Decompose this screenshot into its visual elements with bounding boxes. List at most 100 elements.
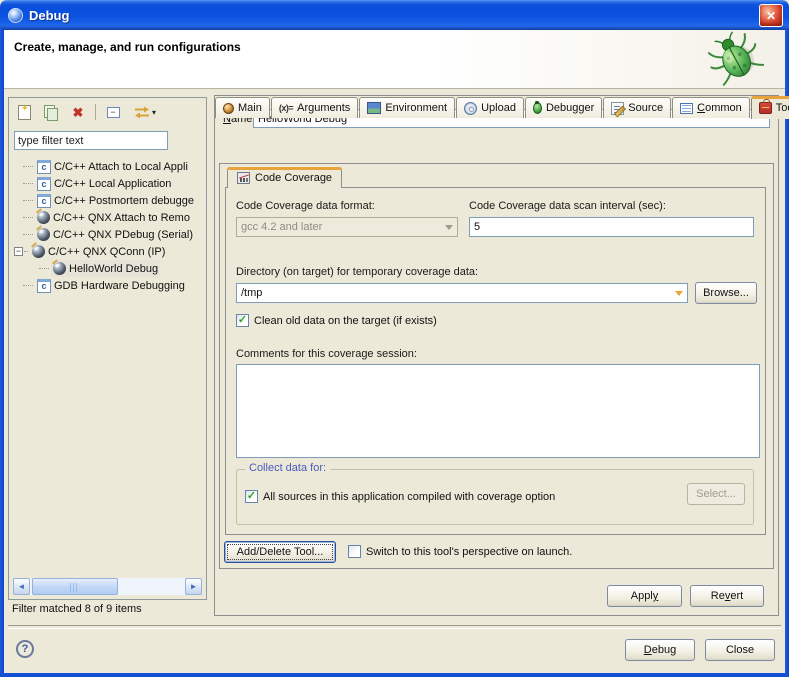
duplicate-configuration-button[interactable] bbox=[39, 101, 63, 123]
scrollbar-thumb[interactable] bbox=[32, 578, 118, 595]
add-delete-tool-button[interactable]: Add/Delete Tool... bbox=[224, 541, 336, 563]
tree-item-selected[interactable]: HelloWorld Debug bbox=[11, 260, 160, 277]
comments-textarea[interactable] bbox=[236, 364, 760, 458]
window-border-left bbox=[0, 28, 4, 677]
scan-interval-input[interactable] bbox=[469, 217, 754, 237]
filter-menu-button[interactable]: ▾ bbox=[128, 101, 162, 123]
combo-arrow-icon[interactable] bbox=[670, 284, 687, 302]
tree-item-label: C/C++ QNX Attach to Remo bbox=[53, 212, 190, 224]
close-button[interactable]: Close bbox=[705, 639, 775, 661]
apply-button[interactable]: Apply bbox=[607, 585, 682, 607]
tree-item[interactable]: C/C++ QNX PDebug (Serial) bbox=[11, 226, 195, 243]
close-window-button[interactable]: ✕ bbox=[759, 4, 783, 27]
banner-title: Create, manage, and run configurations bbox=[14, 40, 241, 54]
configuration-editor-panel: Name: Main (x)= Arguments Environment Up… bbox=[214, 95, 779, 616]
combo-arrow-icon bbox=[440, 218, 457, 236]
tree-item-label: GDB Hardware Debugging bbox=[54, 280, 185, 292]
c-config-icon: c bbox=[37, 279, 51, 293]
tree-item[interactable]: − C/C++ QNX QConn (IP) bbox=[11, 243, 167, 260]
qnx-target-icon bbox=[37, 228, 50, 241]
collapse-all-icon: − bbox=[107, 107, 120, 118]
tree-item[interactable]: c C/C++ Local Application bbox=[11, 175, 173, 192]
filter-icon bbox=[134, 106, 150, 119]
checkbox-checked[interactable]: ✓ bbox=[236, 314, 249, 327]
revert-button[interactable]: Revert bbox=[690, 585, 764, 607]
scroll-left-button[interactable]: ◄ bbox=[13, 578, 30, 595]
delete-icon: ✖ bbox=[73, 106, 84, 119]
left-arrow-icon: ◄ bbox=[18, 582, 26, 591]
tab-main[interactable]: Main bbox=[215, 97, 270, 118]
debugger-tab-icon bbox=[533, 102, 542, 114]
switch-perspective-checkbox-row[interactable]: Switch to this tool's perspective on lau… bbox=[348, 545, 572, 558]
all-sources-label: All sources in this application compiled… bbox=[263, 491, 555, 503]
tab-arguments[interactable]: (x)= Arguments bbox=[271, 97, 358, 118]
source-tab-icon bbox=[611, 102, 624, 115]
c-config-icon: c bbox=[37, 194, 51, 208]
upload-tab-icon bbox=[464, 102, 477, 115]
footer-separator bbox=[8, 625, 781, 629]
tab-common[interactable]: Common bbox=[672, 97, 750, 118]
code-coverage-folder: Code Coverage Code Coverage data format:… bbox=[225, 167, 766, 535]
checkbox-unchecked[interactable] bbox=[348, 545, 361, 558]
right-arrow-icon: ► bbox=[190, 582, 198, 591]
c-config-icon: c bbox=[37, 177, 51, 191]
tree-item[interactable]: c C/C++ Attach to Local Appli bbox=[11, 158, 190, 175]
tab-debugger[interactable]: Debugger bbox=[525, 97, 602, 118]
environment-tab-icon bbox=[367, 102, 381, 114]
c-config-icon: c bbox=[37, 160, 51, 174]
configuration-tabs: Main (x)= Arguments Environment Upload D… bbox=[215, 96, 778, 119]
tab-source[interactable]: Source bbox=[603, 97, 671, 118]
code-coverage-panel: Code Coverage data format: Code Coverage… bbox=[225, 187, 766, 535]
window-title: Debug bbox=[29, 8, 69, 23]
debug-bug-image bbox=[705, 30, 771, 88]
dialog-banner: Create, manage, and run configurations bbox=[4, 30, 785, 89]
window-border-bottom bbox=[0, 673, 789, 677]
window-icon bbox=[8, 8, 23, 23]
tools-tab-content: Code Coverage Code Coverage data format:… bbox=[219, 163, 774, 569]
clean-old-data-checkbox-row[interactable]: ✓ Clean old data on the target (if exist… bbox=[236, 314, 437, 327]
scroll-right-button[interactable]: ► bbox=[185, 578, 202, 595]
help-icon: ? bbox=[22, 643, 29, 655]
interval-label: Code Coverage data scan interval (sec): bbox=[469, 200, 666, 212]
tab-upload[interactable]: Upload bbox=[456, 97, 524, 118]
duplicate-icon bbox=[44, 105, 59, 120]
tab-code-coverage[interactable]: Code Coverage bbox=[227, 167, 342, 188]
tree-item[interactable]: c C/C++ Postmortem debugge bbox=[11, 192, 196, 209]
qnx-target-icon bbox=[32, 245, 45, 258]
collect-data-group-title: Collect data for: bbox=[245, 462, 330, 474]
directory-combo[interactable]: /tmp bbox=[236, 283, 688, 303]
scrollbar-track[interactable] bbox=[30, 578, 185, 595]
horizontal-scrollbar[interactable]: ◄ ► bbox=[13, 578, 202, 595]
code-coverage-tab-icon bbox=[237, 172, 250, 184]
tree-item[interactable]: C/C++ QNX Attach to Remo bbox=[11, 209, 192, 226]
configurations-sidebar: ✦ ✖ − ▾ c bbox=[8, 97, 207, 600]
qnx-target-icon bbox=[53, 262, 66, 275]
clean-old-data-label: Clean old data on the target (if exists) bbox=[254, 315, 437, 327]
close-icon: ✕ bbox=[766, 9, 776, 23]
delete-configuration-button[interactable]: ✖ bbox=[66, 101, 90, 123]
new-configuration-icon: ✦ bbox=[18, 105, 31, 120]
debug-button[interactable]: Debug bbox=[625, 639, 695, 661]
tree-item-label: C/C++ Attach to Local Appli bbox=[54, 161, 188, 173]
switch-perspective-label: Switch to this tool's perspective on lau… bbox=[366, 546, 572, 558]
tab-tools[interactable]: Tools bbox=[751, 96, 789, 119]
help-button[interactable]: ? bbox=[16, 640, 34, 658]
arguments-tab-icon: (x)= bbox=[279, 103, 293, 113]
browse-button[interactable]: Browse... bbox=[695, 282, 757, 304]
filter-input[interactable] bbox=[14, 131, 168, 150]
new-configuration-button[interactable]: ✦ bbox=[12, 101, 36, 123]
comments-label: Comments for this coverage session: bbox=[236, 348, 417, 360]
tree-item-label: C/C++ QNX PDebug (Serial) bbox=[53, 229, 193, 241]
title-bar[interactable]: Debug bbox=[0, 0, 789, 30]
select-button: Select... bbox=[687, 483, 745, 505]
tab-environment[interactable]: Environment bbox=[359, 97, 455, 118]
filter-status-text: Filter matched 8 of 9 items bbox=[12, 603, 142, 615]
collapse-expander-icon[interactable]: − bbox=[14, 247, 23, 256]
all-sources-checkbox-row[interactable]: ✓ All sources in this application compil… bbox=[245, 490, 555, 503]
checkbox-checked[interactable]: ✓ bbox=[245, 490, 258, 503]
tree-item-label: HelloWorld Debug bbox=[69, 263, 158, 275]
main-tab-icon bbox=[223, 103, 234, 114]
collapse-all-button[interactable]: − bbox=[101, 101, 125, 123]
tree-item[interactable]: c GDB Hardware Debugging bbox=[11, 277, 187, 294]
collect-data-group: Collect data for: ✓ All sources in this … bbox=[236, 469, 754, 525]
